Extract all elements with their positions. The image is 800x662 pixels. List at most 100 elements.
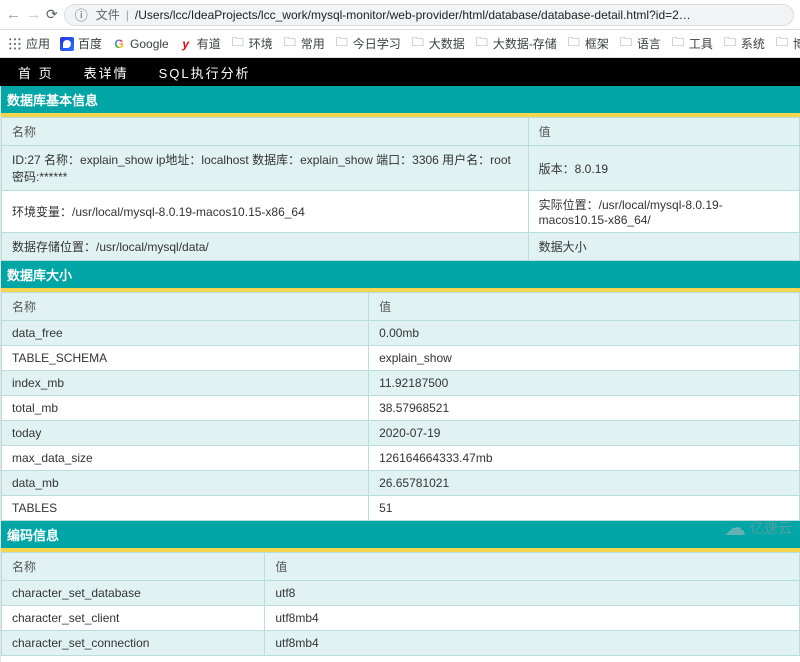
- bookmark-folder[interactable]: 🗀 框架: [567, 35, 609, 52]
- folder-icon: 🗀: [567, 37, 581, 51]
- cell-value: 0.00mb: [369, 321, 800, 346]
- table-row: character_set_connectionutf8mb4: [2, 631, 800, 656]
- col-name: 名称: [2, 553, 265, 581]
- cell-value: utf8: [265, 581, 800, 606]
- section-header-basic: 数据库基本信息: [1, 86, 800, 117]
- nav-table-detail[interactable]: 表详情: [84, 63, 129, 82]
- cell-key: data_mb: [2, 471, 369, 496]
- bookmark-label: 工具: [689, 35, 713, 52]
- table-charset: 名称 值 character_set_databaseutf8character…: [1, 552, 800, 656]
- col-value: 值: [528, 118, 799, 146]
- table-row: ID:27 名称：explain_show ip地址：localhost 数据库…: [2, 146, 800, 191]
- bookmark-baidu[interactable]: 百度: [60, 35, 102, 52]
- forward-icon[interactable]: →: [26, 6, 40, 23]
- cell-key: total_mb: [2, 396, 369, 421]
- cell-key: max_data_size: [2, 446, 369, 471]
- cell-key: character_set_database: [2, 581, 265, 606]
- reload-icon[interactable]: ⟳: [46, 6, 58, 23]
- nav-home[interactable]: 首 页: [18, 63, 54, 82]
- table-row: data_mb26.65781021: [2, 471, 800, 496]
- folder-icon: 🗀: [231, 37, 245, 51]
- table-row: character_set_clientutf8mb4: [2, 606, 800, 631]
- section-header-charset: 编码信息: [1, 521, 800, 552]
- cell-key: index_mb: [2, 371, 369, 396]
- cell-key: character_set_connection: [2, 631, 265, 656]
- bookmark-folder[interactable]: 🗀 工具: [671, 35, 713, 52]
- folder-icon: 🗀: [723, 37, 737, 51]
- table-row: 数据存储位置：/usr/local/mysql/data/数据大小: [2, 233, 800, 261]
- apps-icon: [8, 37, 22, 51]
- cell-key: today: [2, 421, 369, 446]
- table-row: index_mb11.92187500: [2, 371, 800, 396]
- table-row: max_data_size126164664333.47mb: [2, 446, 800, 471]
- cell-value: 38.57968521: [369, 396, 800, 421]
- table-row: TABLES51: [2, 496, 800, 521]
- col-value: 值: [265, 553, 800, 581]
- back-icon[interactable]: ←: [6, 6, 20, 23]
- bookmark-google[interactable]: G Google: [112, 37, 169, 51]
- url-text: /Users/lcc/IdeaProjects/lcc_work/mysql-m…: [135, 8, 695, 22]
- folder-icon: 🗀: [283, 37, 297, 51]
- bookmark-apps[interactable]: 应用: [8, 35, 50, 52]
- bookmark-label: 框架: [585, 35, 609, 52]
- url-scheme-label: 文件: [96, 6, 120, 23]
- col-value: 值: [369, 293, 800, 321]
- bookmark-label: 今日学习: [353, 35, 401, 52]
- cell-value: 版本：8.0.19: [528, 146, 799, 191]
- bookmark-folder[interactable]: 🗀 常用: [283, 35, 325, 52]
- bookmark-label: 大数据-存储: [493, 35, 557, 52]
- table-basic-info: 名称 值 ID:27 名称：explain_show ip地址：localhos…: [1, 117, 800, 261]
- folder-icon: 🗀: [775, 37, 789, 51]
- bookmark-folder[interactable]: 🗀 环境: [231, 35, 273, 52]
- folder-icon: 🗀: [671, 37, 685, 51]
- cell-value: utf8mb4: [265, 631, 800, 656]
- bookmark-label: 系统: [741, 35, 765, 52]
- bookmark-folder[interactable]: 🗀语言: [619, 35, 661, 52]
- col-name: 名称: [2, 293, 369, 321]
- cell-key: ID:27 名称：explain_show ip地址：localhost 数据库…: [2, 146, 529, 191]
- bookmark-folder[interactable]: 🗀 博主: [775, 35, 800, 52]
- url-separator: |: [126, 8, 129, 22]
- page-content: 数据库基本信息 名称 值 ID:27 名称：explain_show ip地址：…: [0, 86, 800, 662]
- cell-value: 126164664333.47mb: [369, 446, 800, 471]
- bookmark-label: 有道: [197, 35, 221, 52]
- bookmark-youdao[interactable]: y 有道: [179, 35, 221, 52]
- cell-key: 数据存储位置：/usr/local/mysql/data/: [2, 233, 529, 261]
- browser-toolbar: ← → ⟳ ⓘ 文件 | /Users/lcc/IdeaProjects/lcc…: [0, 0, 800, 30]
- table-row: total_mb38.57968521: [2, 396, 800, 421]
- bookmark-folder[interactable]: 🗀 今日学习: [335, 35, 401, 52]
- bookmark-label: 环境: [249, 35, 273, 52]
- table-row: character_set_databaseutf8: [2, 581, 800, 606]
- table-row: TABLE_SCHEMAexplain_show: [2, 346, 800, 371]
- cell-value: 51: [369, 496, 800, 521]
- bookmark-label: 语言: [637, 35, 661, 52]
- cell-value: explain_show: [369, 346, 800, 371]
- folder-icon: 🗀: [335, 37, 349, 51]
- table-row: data_free0.00mb: [2, 321, 800, 346]
- youdao-icon: y: [179, 37, 193, 51]
- bookmark-folder[interactable]: 🗀 大数据-存储: [475, 35, 557, 52]
- cell-value: 实际位置：/usr/local/mysql-8.0.19-macos10.15-…: [528, 191, 799, 233]
- google-icon: G: [112, 37, 126, 51]
- table-row: today2020-07-19: [2, 421, 800, 446]
- bookmark-label: Google: [130, 37, 169, 51]
- cell-key: character_set_client: [2, 606, 265, 631]
- cell-value: 2020-07-19: [369, 421, 800, 446]
- bookmark-folder[interactable]: 🗀大数据: [411, 35, 465, 52]
- cell-key: TABLES: [2, 496, 369, 521]
- nav-sql-explain[interactable]: SQL执行分析: [159, 63, 251, 82]
- table-db-size: 名称 值 data_free0.00mbTABLE_SCHEMAexplain_…: [1, 292, 800, 521]
- folder-icon: 🗀: [475, 37, 489, 51]
- bookmark-label: 博主: [793, 35, 800, 52]
- cell-value: 数据大小: [528, 233, 799, 261]
- cell-key: 环境变量：/usr/local/mysql-8.0.19-macos10.15-…: [2, 191, 529, 233]
- address-bar[interactable]: ⓘ 文件 | /Users/lcc/IdeaProjects/lcc_work/…: [64, 4, 794, 26]
- bookmark-label: 大数据: [429, 35, 465, 52]
- section-header-size: 数据库大小: [1, 261, 800, 292]
- bookmark-folder[interactable]: 🗀 系统: [723, 35, 765, 52]
- info-icon: ⓘ: [73, 5, 90, 24]
- bookmark-label: 常用: [301, 35, 325, 52]
- bookmarks-bar: 应用 百度 GGoogle y有道 🗀环境 🗀常用 🗀今日学习 🗀大数据 🗀大数…: [0, 30, 800, 58]
- table-row: 环境变量：/usr/local/mysql-8.0.19-macos10.15-…: [2, 191, 800, 233]
- col-name: 名称: [2, 118, 529, 146]
